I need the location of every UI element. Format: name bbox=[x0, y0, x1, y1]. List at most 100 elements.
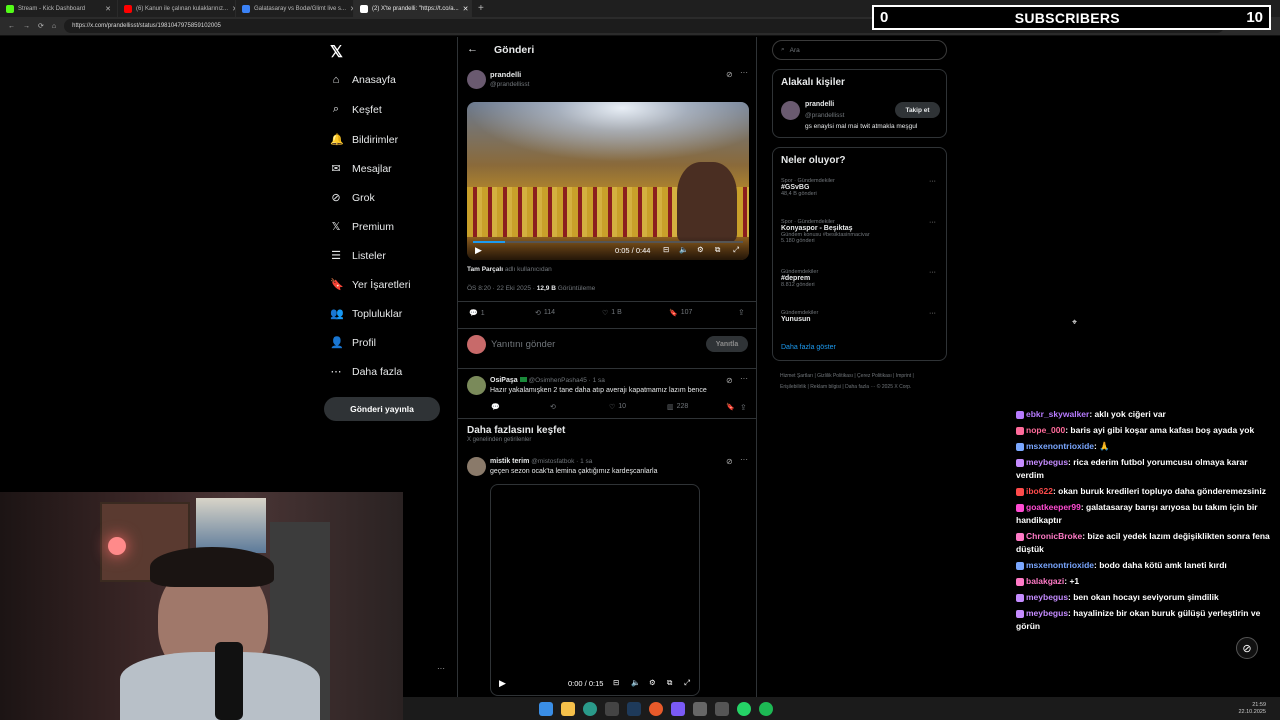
settings-icon[interactable]: ⚙ bbox=[697, 245, 704, 254]
reply-input[interactable]: Yanıtını gönder bbox=[491, 339, 555, 350]
post-video[interactable]: ▶ 0:05 / 0:44 ⊟ 🔈 ⚙ ⧉ ⤢ bbox=[467, 102, 749, 260]
home-icon[interactable]: ⌂ bbox=[52, 23, 56, 30]
avatar[interactable] bbox=[467, 457, 486, 476]
avatar[interactable] bbox=[467, 70, 486, 89]
chat-username[interactable]: ChronicBroke bbox=[1026, 531, 1082, 541]
nav-item-home[interactable]: ⌂ Anasayfa bbox=[330, 74, 396, 86]
more-icon[interactable]: ··· bbox=[740, 455, 748, 464]
post-video[interactable]: ▶ 0:00 / 0:15 ⊟ 🔈 ⚙ ⧉ ⤢ bbox=[490, 484, 700, 696]
grok-icon[interactable]: ⊘ bbox=[726, 457, 733, 466]
new-tab-icon[interactable]: + bbox=[478, 3, 484, 14]
more-icon[interactable]: ··· bbox=[740, 68, 748, 77]
x-logo-icon[interactable]: 𝕏 bbox=[330, 42, 343, 62]
chat-username[interactable]: ebkr_skywalker bbox=[1026, 409, 1089, 419]
nav-item-lists[interactable]: ☰ Listeler bbox=[330, 249, 386, 263]
pip-icon[interactable]: ⧉ bbox=[667, 678, 672, 688]
trend-item[interactable]: Gündemdekiler Yunusun bbox=[781, 310, 818, 323]
play-icon[interactable]: ▶ bbox=[499, 678, 506, 689]
more-icon[interactable]: ··· bbox=[929, 219, 936, 226]
fullscreen-icon[interactable]: ⤢ bbox=[684, 678, 690, 688]
post-button[interactable]: Gönderi yayınla bbox=[324, 397, 440, 421]
reload-icon[interactable]: ⟳ bbox=[38, 22, 44, 30]
volume-icon[interactable]: 🔈 bbox=[631, 678, 640, 687]
repost-icon[interactable]: ⟲ bbox=[550, 403, 556, 411]
close-icon[interactable]: ✕ bbox=[105, 5, 111, 13]
nav-item-notifications[interactable]: 🔔 Bildirimler bbox=[330, 133, 398, 147]
forward-icon[interactable]: → bbox=[23, 23, 30, 30]
nav-item-communities[interactable]: 👥 Topluluklar bbox=[330, 307, 402, 321]
more-icon[interactable]: ··· bbox=[929, 269, 936, 276]
like-button[interactable]: ♡ 10 bbox=[609, 403, 626, 411]
browser-tab[interactable]: (6) Kanun ile çalınan kulaklarınız...✕ bbox=[118, 0, 236, 17]
person-name[interactable]: prandelli bbox=[805, 101, 834, 108]
bookmark-button[interactable]: 🔖 107 bbox=[669, 309, 692, 317]
follow-button[interactable]: Takip et bbox=[895, 102, 940, 118]
reply-author-handle[interactable]: @OsimhenPasha45 · 1 sa bbox=[529, 377, 605, 384]
grok-float-icon[interactable]: ⊘ bbox=[1236, 637, 1258, 659]
show-more-link[interactable]: Daha fazla göster bbox=[781, 344, 836, 351]
chat-username[interactable]: msxenontrioxide bbox=[1026, 560, 1094, 570]
browser-tab[interactable]: Stream - Kick Dashboard ✕ bbox=[0, 0, 118, 17]
clock[interactable]: 21:59 22.10.2025 bbox=[1238, 702, 1266, 716]
nav-item-explore[interactable]: ⌕ Keşfet bbox=[330, 103, 382, 116]
reply-author-name[interactable]: OsiPaşa bbox=[490, 377, 518, 384]
chat-username[interactable]: meybegus bbox=[1026, 457, 1068, 467]
captions-icon[interactable]: ⊟ bbox=[613, 678, 619, 687]
repost-button[interactable]: ⟲ 114 bbox=[535, 309, 555, 317]
folder-icon[interactable] bbox=[561, 701, 575, 716]
back-arrow-icon[interactable]: ← bbox=[467, 43, 478, 55]
steam-icon[interactable] bbox=[627, 701, 641, 716]
trend-item[interactable]: Gündemdekiler #deprem 8.812 gönderi bbox=[781, 269, 818, 288]
post-author-handle[interactable]: @mistosfatbok · 1 sa bbox=[531, 458, 592, 465]
back-icon[interactable]: ← bbox=[8, 23, 15, 30]
reply-submit-button[interactable]: Yanıtla bbox=[706, 336, 748, 352]
more-icon[interactable]: ··· bbox=[929, 310, 936, 317]
bookmark-icon[interactable]: 🔖 bbox=[726, 403, 735, 411]
more-icon[interactable]: ··· bbox=[740, 374, 748, 383]
nav-item-bookmarks[interactable]: 🔖 Yer İşaretleri bbox=[330, 278, 411, 292]
more-icon[interactable]: ··· bbox=[929, 178, 936, 185]
trend-item[interactable]: Spor · Gündemdekiler #GSvBG 48,4 B gönde… bbox=[781, 178, 835, 197]
grok-icon[interactable]: ⊘ bbox=[726, 70, 733, 79]
app-icon[interactable] bbox=[693, 701, 707, 716]
browser-tab[interactable]: Galatasaray vs Bodø/Glimt live s...✕ bbox=[236, 0, 354, 17]
settings-icon[interactable]: ⚙ bbox=[649, 678, 656, 687]
app-icon[interactable] bbox=[715, 701, 729, 716]
chat-username[interactable]: ibo622 bbox=[1026, 486, 1053, 496]
nav-item-more[interactable]: ⋯ Daha fazla bbox=[330, 365, 403, 379]
post-author-name[interactable]: mistik terim bbox=[490, 458, 529, 465]
store-icon[interactable] bbox=[605, 701, 619, 716]
captions-icon[interactable]: ⊟ bbox=[663, 245, 669, 254]
grok-icon[interactable]: ⊘ bbox=[726, 376, 733, 385]
chat-username[interactable]: goatkeeper99 bbox=[1026, 502, 1081, 512]
pip-icon[interactable]: ⧉ bbox=[715, 245, 720, 255]
discord-icon[interactable] bbox=[671, 701, 685, 716]
chat-username[interactable]: balakgazi bbox=[1026, 576, 1064, 586]
account-more-icon[interactable]: ··· bbox=[437, 664, 445, 673]
post-author-handle[interactable]: @prandellisst bbox=[490, 81, 529, 88]
chat-username[interactable]: meybegus bbox=[1026, 608, 1068, 618]
video-credit-user[interactable]: Tam Parçalı bbox=[467, 266, 503, 273]
search-input[interactable]: ⌕ Ara bbox=[772, 40, 947, 60]
close-icon[interactable]: ✕ bbox=[463, 5, 469, 13]
chat-username[interactable]: nope_000 bbox=[1026, 425, 1065, 435]
nav-item-profile[interactable]: 👤 Profil bbox=[330, 336, 376, 350]
spotify-icon[interactable] bbox=[759, 701, 773, 716]
avatar[interactable] bbox=[467, 376, 486, 395]
trend-item[interactable]: Spor · Gündemdekiler Konyaspor - Beşikta… bbox=[781, 219, 870, 244]
person-handle[interactable]: @prandellisst bbox=[805, 112, 844, 119]
firefox-icon[interactable] bbox=[649, 701, 663, 716]
share-icon[interactable]: ⇪ bbox=[740, 403, 747, 412]
fullscreen-icon[interactable]: ⤢ bbox=[733, 245, 739, 255]
nav-item-grok[interactable]: ⊘ Grok bbox=[330, 191, 374, 205]
reply-icon[interactable]: 💬 bbox=[491, 403, 500, 411]
like-button[interactable]: ♡ 1 B bbox=[602, 309, 622, 317]
browser-tab-active[interactable]: (2) X'te prandelli: "https://t.co/a... ✕ bbox=[354, 0, 472, 17]
whatsapp-icon[interactable] bbox=[737, 701, 751, 716]
edge-icon[interactable] bbox=[583, 701, 597, 716]
avatar[interactable] bbox=[781, 101, 800, 120]
views-button[interactable]: ▥ 228 bbox=[667, 403, 688, 411]
nav-item-messages[interactable]: ✉ Mesajlar bbox=[330, 162, 391, 176]
footer-links[interactable]: Hizmet Şartları | Gizlilik Politikası | … bbox=[780, 371, 940, 393]
start-icon[interactable] bbox=[539, 701, 553, 716]
